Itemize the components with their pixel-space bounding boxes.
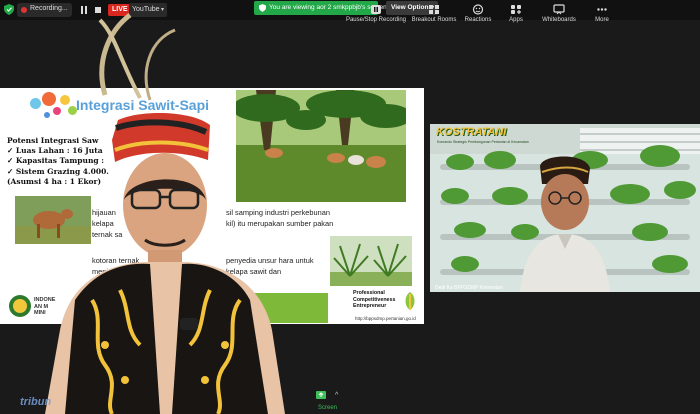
view-options-label: View Options — [391, 4, 433, 11]
button-label: Breakout Rooms — [411, 17, 457, 23]
apps-icon — [511, 5, 521, 14]
pause-icon — [371, 5, 381, 14]
kostratani-subtitle: Komando Strategis Pembangunan Pertanian … — [437, 140, 529, 144]
button-label: Whiteboards — [542, 17, 576, 23]
share-screen-label[interactable]: Screen — [318, 405, 337, 411]
pce-url: http://bppsdmp.pertanian.go.id — [355, 316, 416, 321]
button-label: Apps — [509, 17, 523, 23]
participant-name-label: Dedi Ka BPPSDMP Kementan — [435, 285, 503, 291]
participant-video — [430, 124, 700, 292]
pce-logo — [405, 292, 415, 310]
button-label: More — [595, 17, 609, 23]
tribun-watermark: tribun — [20, 396, 52, 408]
presenter-video — [45, 13, 285, 414]
kostratani-title: KOSTRATANI — [436, 126, 507, 138]
palm-tree-photo — [330, 236, 412, 286]
button-label: Reactions — [464, 17, 492, 23]
more-icon — [597, 8, 607, 11]
button-label: Pause/Stop Recording — [345, 17, 407, 23]
breakout-icon — [429, 5, 439, 14]
chevron-up-icon[interactable]: ^ — [335, 392, 338, 399]
share-screen-icon[interactable] — [315, 390, 327, 401]
whiteboard-icon — [553, 4, 565, 15]
reactions-icon — [472, 4, 484, 15]
meeting-controls-bar — [300, 388, 700, 414]
